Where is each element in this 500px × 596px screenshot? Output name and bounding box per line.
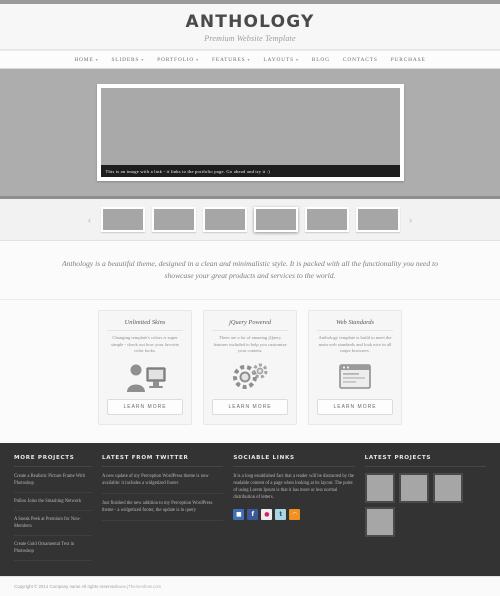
nav-item-blog[interactable]: BLOG [312,57,330,63]
delicious-icon[interactable]: ■ [233,509,245,520]
nav-label: LAYOUTS [263,56,294,63]
thumb-image [204,209,245,230]
nav-item-purchase[interactable]: PURCHASE [391,57,426,63]
feature-box-web-standards: Web Standards Anthology template is buil… [308,310,402,425]
thumb-image [255,209,296,230]
tweet-item: Just finished the new addition to my Per… [102,500,224,521]
main-navigation: HOME ▾ SLIDERS ▾ PORTFOLIO ▾ FEATURES ▾ … [0,50,500,69]
feature-text: Changing template's colors is super simp… [111,335,179,354]
project-thumb[interactable] [432,473,463,503]
twitter-icon[interactable]: t [275,509,287,520]
nav-item-features[interactable]: FEATURES ▾ [212,57,250,63]
hero-slider: This is an image with a link - it links … [0,69,500,199]
footer-column-latest-twitter: LATEST FROM TWITTER A new update of my P… [102,455,224,566]
project-thumb[interactable] [364,507,395,537]
slider-image-placeholder[interactable]: This is an image with a link - it links … [100,88,400,177]
latest-projects-grid [364,473,486,537]
nav-item-home[interactable]: HOME ▾ [74,57,98,63]
site-logo: ANTHOLOGY [185,12,315,32]
footer-column-latest-projects: LATEST PROJECTS [364,455,486,566]
nav-label: CONTACTS [342,56,378,63]
nav-label: BLOG [311,56,330,63]
project-link[interactable]: Pulloo Joins the Smashing Network [14,498,92,511]
footer-heading: LATEST FROM TWITTER [102,455,224,467]
learn-more-button[interactable]: LEARN MORE [317,399,393,415]
copyright-link[interactable]: www.jThemeshow.com [117,584,162,589]
thumb-image [357,209,398,230]
chevron-down-icon: ▾ [247,57,251,62]
tweet-item: A new update of my Perception WordPress … [102,473,224,494]
footer-heading: LATEST PROJECTS [364,455,486,467]
feature-text: Anthology template is build to meet the … [318,335,392,354]
chevron-down-icon: ▾ [295,57,299,62]
thumb-image [153,209,194,230]
intro-text: Anthology is a beautiful theme, designed… [61,259,439,280]
feature-box-jquery-powered: jQuery Powered There are a lot of amazin… [203,310,297,425]
feature-boxes: Unlimited Skins Changing template's colo… [0,300,500,443]
carousel-prev-icon[interactable]: ‹ [86,215,94,225]
copyright-bar: Copyright © 2014 Company name All rights… [0,576,500,596]
learn-more-button[interactable]: LEARN MORE [212,399,288,415]
learn-more-button[interactable]: LEARN MORE [107,399,183,415]
slider-frame[interactable]: This is an image with a link - it links … [96,84,404,181]
site-tagline: Premium Website Template [204,34,296,43]
project-thumb[interactable] [398,473,429,503]
rss-icon[interactable]: ◠ [289,509,301,520]
nav-item-sliders[interactable]: SLIDERS ▾ [111,57,144,63]
copyright-text: Copyright © 2014 Company name All rights… [14,584,117,589]
social-icon-list: ■ f ● t ◠ [233,509,354,520]
chevron-down-icon: ▾ [196,57,199,62]
person-at-computer-icon [107,360,183,394]
feature-box-unlimited-skins: Unlimited Skins Changing template's colo… [98,310,192,425]
nav-label: FEATURES [211,56,246,63]
chevron-down-icon: ▾ [95,57,99,62]
carousel-thumb[interactable] [202,207,247,232]
feature-title: Web Standards [317,319,393,331]
nav-label: SLIDERS [111,56,140,63]
carousel-thumb-active[interactable] [253,207,298,232]
nav-item-layouts[interactable]: LAYOUTS ▾ [263,57,298,63]
feature-title: Unlimited Skins [107,319,183,331]
project-link[interactable]: Create Gold Ornamental Text in Photoshop [14,541,92,561]
thumb-image [102,209,143,230]
slider-caption: This is an image with a link - it links … [100,165,400,177]
facebook-icon[interactable]: f [247,509,259,520]
page-root: ANTHOLOGY Premium Website Template HOME … [0,0,500,596]
intro-section: Anthology is a beautiful theme, designed… [0,241,500,300]
carousel-thumb[interactable] [100,207,145,232]
thumbnail-carousel: ‹ › [0,199,500,241]
gears-cog-icon [212,360,288,394]
carousel-thumb[interactable] [304,207,349,232]
nav-label: PORTFOLIO [157,56,195,63]
feature-title: jQuery Powered [212,319,288,331]
nav-item-portfolio[interactable]: PORTFOLIO ▾ [157,57,199,63]
project-link[interactable]: A Sneak Peek at Premium for Non-Members [14,516,92,536]
chevron-down-icon: ▾ [141,57,145,62]
project-thumb[interactable] [364,473,395,503]
carousel-thumb[interactable] [151,207,196,232]
project-link[interactable]: Create a Realistic Picture Frame With Ph… [14,473,92,493]
flickr-icon[interactable]: ● [261,509,273,520]
footer-column-more-projects: MORE PROJECTS Create a Realistic Picture… [14,455,92,566]
nav-label: PURCHASE [390,56,426,63]
nav-item-contacts[interactable]: CONTACTS [343,57,378,63]
site-footer: MORE PROJECTS Create a Realistic Picture… [0,443,500,576]
nav-label: HOME [74,56,94,63]
carousel-next-icon[interactable]: › [407,215,415,225]
browser-window-icon [317,360,393,394]
carousel-thumb[interactable] [355,207,400,232]
thumb-image [306,209,347,230]
footer-heading: SOCIABLE LINKS [233,455,355,467]
site-header: ANTHOLOGY Premium Website Template [0,4,500,50]
footer-column-sociable-links: SOCIABLE LINKS It is a long established … [233,455,355,566]
sociable-text: It is a long established fact that a rea… [233,474,354,500]
footer-heading: MORE PROJECTS [14,455,92,467]
feature-text: There are a lot of amazing jQuery featur… [213,335,287,354]
